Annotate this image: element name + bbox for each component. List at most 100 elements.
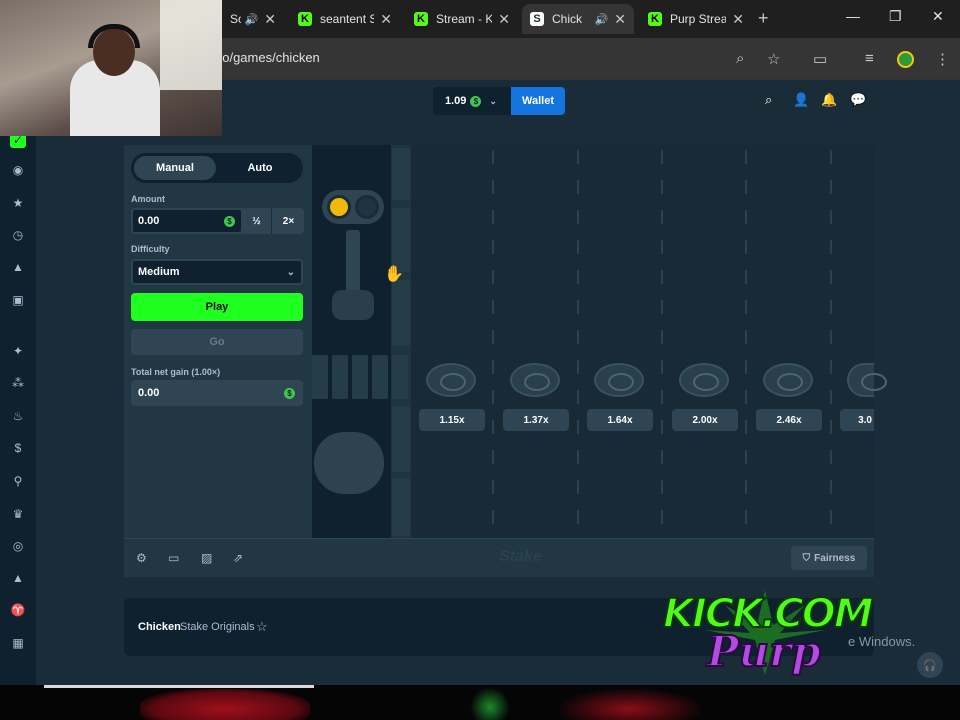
browser-tab-0[interactable]: So 🔊 ✕: [222, 4, 284, 34]
slots-icon[interactable]: $: [10, 440, 26, 456]
stake-watermark: Stake: [499, 548, 542, 565]
bell-icon[interactable]: 🔔: [821, 92, 837, 108]
close-tab-icon[interactable]: ✕: [380, 11, 392, 28]
play-button[interactable]: Play: [131, 293, 303, 321]
chevron-down-icon: ⌄: [489, 95, 497, 106]
hot-icon[interactable]: ♨: [10, 408, 26, 424]
tab-title: Chick: [552, 12, 583, 26]
multiplier-badge: 2.00x: [672, 409, 738, 431]
yellow-light-icon: [327, 195, 351, 219]
speaker-icon[interactable]: 🔊: [245, 13, 259, 26]
my-bets-icon[interactable]: ▣: [10, 292, 26, 308]
close-tab-icon[interactable]: ✕: [614, 11, 626, 28]
close-tab-icon[interactable]: ✕: [264, 11, 276, 28]
tab-title: Purp Strea: [670, 12, 727, 26]
chevron-down-icon: ⌄: [286, 266, 295, 278]
menu-icon[interactable]: ⋮: [935, 50, 950, 68]
amount-value: 0.00: [138, 215, 160, 227]
curb-segment: [392, 478, 410, 536]
crown-icon[interactable]: ♛: [10, 506, 26, 522]
media-control-icon[interactable]: ≡: [865, 50, 874, 67]
user-icon[interactable]: 👤: [793, 92, 809, 108]
lane-line: [745, 150, 747, 535]
browser-tab-2[interactable]: K Stream - K ✕: [406, 4, 518, 34]
lane-line: [492, 150, 494, 535]
settings-icon[interactable]: ⚙: [136, 551, 147, 565]
amount-label: Amount: [131, 194, 165, 204]
coin-icon: $: [470, 95, 482, 107]
roulette-icon[interactable]: ◎: [10, 538, 26, 554]
extension-icon[interactable]: [897, 51, 914, 68]
stats-icon[interactable]: ▨: [201, 551, 212, 565]
fairness-label: Fairness: [814, 552, 856, 564]
chat-icon[interactable]: 💬: [850, 92, 866, 108]
tab-title: Stream - K: [436, 12, 493, 26]
search-icon[interactable]: ⌕: [765, 92, 772, 108]
challenges-icon[interactable]: ▲: [10, 259, 26, 275]
headphones-icon: [88, 24, 140, 48]
popout-icon[interactable]: ⇗: [233, 551, 243, 565]
new-tab-button[interactable]: +: [758, 8, 769, 29]
game-shows-icon[interactable]: ♈: [10, 602, 26, 618]
sidewalk-tile: [392, 355, 408, 399]
zoom-icon[interactable]: ⌕: [736, 50, 744, 67]
theatre-mode-icon[interactable]: ▭: [168, 551, 179, 565]
support-icon[interactable]: 🎧: [917, 652, 943, 678]
maximize-button[interactable]: ❐: [889, 8, 902, 25]
cast-icon[interactable]: ▭: [813, 50, 827, 68]
kick-favicon-icon: K: [414, 12, 428, 26]
casino-icon[interactable]: ◉: [10, 162, 26, 178]
close-tab-icon[interactable]: ✕: [498, 11, 510, 28]
bottom-overlay-strip: [0, 685, 960, 720]
red-shape: [140, 689, 310, 720]
traffic-light-base: [332, 290, 374, 320]
double-button[interactable]: 2×: [273, 208, 304, 234]
go-button[interactable]: Go: [131, 329, 303, 355]
close-tab-icon[interactable]: ✕: [732, 11, 744, 28]
bookmark-star-icon[interactable]: ☆: [767, 50, 780, 68]
stake-favicon-icon: S: [530, 12, 544, 26]
recent-icon[interactable]: ◷: [10, 227, 26, 243]
stake-originals-icon[interactable]: ⁂: [10, 375, 26, 391]
game-title[interactable]: Chicken: [138, 621, 181, 633]
browser-tab-1[interactable]: K seantent S ✕: [290, 4, 400, 34]
half-button[interactable]: ½: [242, 208, 272, 234]
manhole-icon: [679, 363, 729, 397]
manual-tab[interactable]: Manual: [134, 156, 216, 180]
close-window-button[interactable]: ✕: [932, 8, 944, 25]
speaker-icon[interactable]: 🔊: [595, 13, 609, 26]
multiplier-badge: 3.0: [840, 409, 874, 431]
favourite-star-icon[interactable]: ☆: [256, 619, 268, 635]
net-gain-label: Total net gain (1.00×): [131, 367, 221, 377]
url-field[interactable]: no/games/chicken: [215, 50, 320, 65]
fairness-button[interactable]: ⛉ Fairness: [791, 546, 867, 570]
manhole-icon: [510, 363, 560, 397]
all-games-icon[interactable]: ▦: [10, 635, 26, 651]
difficulty-select[interactable]: Medium ⌄: [131, 259, 303, 285]
manhole-icon: [426, 363, 476, 397]
wallet-button[interactable]: Wallet: [511, 87, 565, 115]
minimize-button[interactable]: —: [846, 8, 860, 24]
balance-selector[interactable]: 1.09 $ ⌄: [433, 87, 511, 115]
game-subtitle: Stake Originals: [180, 621, 255, 633]
green-shape: [470, 687, 510, 720]
browser-tab-4[interactable]: K Purp Strea ✕: [640, 4, 752, 34]
live-casino-icon[interactable]: ⚲: [10, 473, 26, 489]
browser-tab-3[interactable]: S Chick 🔊 ✕: [522, 4, 634, 34]
auto-tab[interactable]: Auto: [219, 156, 301, 180]
favourites-icon[interactable]: ★: [10, 195, 26, 211]
kick-favicon-icon: K: [648, 12, 662, 26]
curb-segment: [392, 208, 410, 272]
sidewalk-tile: [332, 355, 348, 399]
kick-purp-logo: KICK.COM Purp: [655, 585, 875, 680]
lane-line: [661, 150, 663, 535]
chicken-icon: [314, 432, 384, 494]
manhole-icon: [763, 363, 813, 397]
tab-title: So: [230, 12, 241, 26]
coin-icon: $: [224, 215, 235, 227]
amount-input[interactable]: 0.00 $: [131, 208, 243, 234]
manhole-icon: [594, 363, 644, 397]
table-games-icon[interactable]: ▲: [10, 570, 26, 586]
new-releases-icon[interactable]: ✦: [10, 343, 26, 359]
scroll-track: [44, 685, 314, 688]
